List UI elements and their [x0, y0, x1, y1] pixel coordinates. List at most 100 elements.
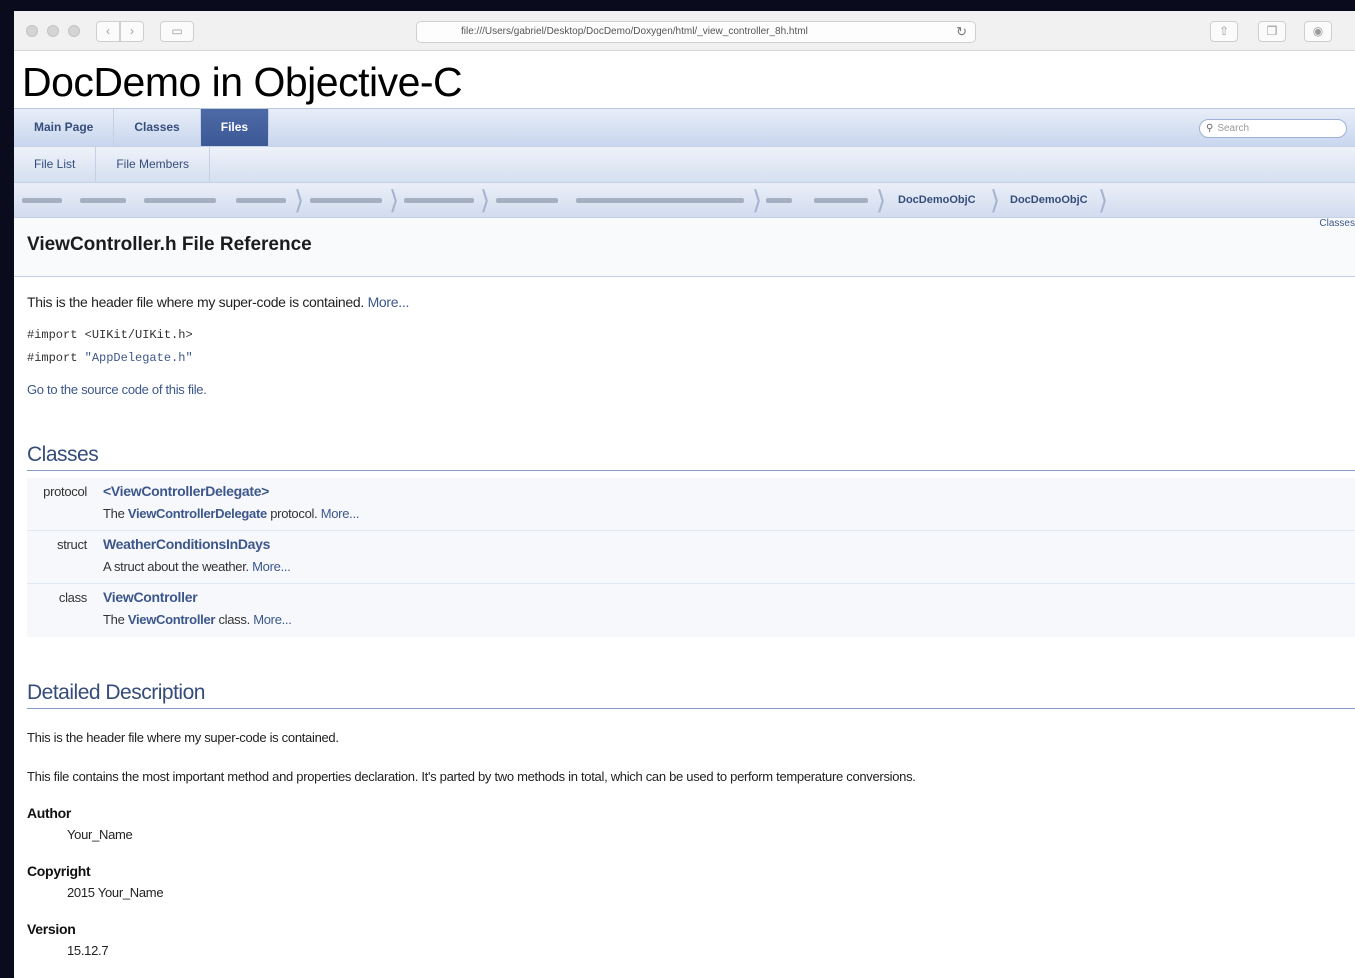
downloads-icon: ◉	[1312, 24, 1324, 38]
sidebar-toggle-button[interactable]: ▭	[160, 21, 194, 42]
zoom-window-button[interactable]	[68, 25, 80, 37]
desc-prefix: A struct about the weather.	[103, 559, 249, 574]
member-description: A struct about the weather. More...	[103, 559, 291, 574]
reload-icon[interactable]: ↻	[956, 22, 967, 42]
close-window-button[interactable]	[26, 25, 38, 37]
breadcrumb-blurred-item[interactable]	[496, 198, 558, 203]
member-name-link[interactable]: <ViewControllerDelegate>	[103, 483, 269, 499]
member-name-link[interactable]: WeatherConditionsInDays	[103, 536, 270, 552]
breadcrumb-blurred-item[interactable]	[22, 198, 62, 203]
summary-classes-link[interactable]: Classes	[1319, 218, 1355, 229]
desc-prefix: The	[103, 506, 125, 521]
detailed-description-title: Detailed Description	[27, 681, 1355, 709]
member-kind: class	[58, 590, 87, 605]
goto-source-link[interactable]: Go to the source code of this file.	[27, 382, 1355, 397]
breadcrumb-blurred-item[interactable]	[144, 198, 216, 203]
tab-file-list[interactable]: File List	[14, 147, 97, 182]
more-link[interactable]: More...	[253, 612, 292, 627]
project-title: DocDemo in Objective-C	[22, 59, 463, 105]
includes-block: #import <UIKit/UIKit.h> #import "AppDele…	[27, 324, 1355, 370]
member-description: The ViewControllerDelegate protocol. Mor…	[103, 506, 359, 521]
more-link[interactable]: More...	[368, 294, 410, 310]
member-kind: protocol	[43, 484, 87, 499]
breadcrumb-blurred-item[interactable]	[576, 198, 744, 203]
downloads-button[interactable]: ◉	[1304, 21, 1332, 42]
page-header: ViewController.h File Reference Classes	[14, 218, 1355, 277]
minimize-window-button[interactable]	[47, 25, 59, 37]
table-row: protocol <ViewControllerDelegate> The Vi…	[27, 478, 1355, 531]
breadcrumb-separator-icon: ⟩	[752, 185, 763, 215]
window-controls	[26, 25, 80, 37]
classes-section-title: Classes	[27, 443, 1355, 471]
breadcrumb-separator-icon: ⟩	[389, 185, 400, 215]
member-name-link[interactable]: ViewController	[103, 589, 198, 605]
table-row: struct WeatherConditionsInDays A struct …	[27, 531, 1355, 584]
back-button[interactable]: ‹	[96, 21, 120, 42]
desc-ref-link[interactable]: ViewController	[128, 612, 216, 627]
tab-classes[interactable]: Classes	[114, 109, 201, 146]
share-icon: ⇧	[1218, 24, 1230, 38]
desc-ref-link[interactable]: ViewControllerDelegate	[128, 506, 267, 521]
chevron-left-icon: ‹	[106, 24, 110, 38]
sidebar-icon: ▭	[171, 24, 183, 38]
breadcrumb: ⟩ ⟩ ⟩ ⟩ ⟩ DocDemoObjC ⟩ DocDemoObjC ⟩	[14, 182, 1355, 218]
search-input[interactable]: ⚲ Search	[1199, 119, 1347, 138]
table-row: class ViewController The ViewController …	[27, 584, 1355, 637]
breadcrumb-separator-icon: ⟩	[990, 185, 1001, 215]
breadcrumb-separator-icon: ⟩	[480, 185, 491, 215]
browser-window: ‹ › ▭ file:///Users/gabriel/Desktop/DocD…	[14, 11, 1355, 978]
browser-toolbar: ‹ › ▭ file:///Users/gabriel/Desktop/DocD…	[14, 11, 1355, 51]
include-line: #import "AppDelegate.h"	[27, 347, 1355, 370]
url-text: file:///Users/gabriel/Desktop/DocDemo/Do…	[461, 26, 808, 37]
version-label: Version	[27, 921, 76, 937]
brief-description: This is the header file where my super-c…	[27, 294, 1355, 310]
show-tabs-button[interactable]: ❐	[1258, 21, 1286, 42]
breadcrumb-blurred-item[interactable]	[236, 198, 286, 203]
sub-nav: File List File Members	[14, 146, 1355, 182]
tab-file-members[interactable]: File Members	[96, 147, 211, 182]
chevron-right-icon: ›	[130, 24, 134, 38]
classes-table: protocol <ViewControllerDelegate> The Vi…	[27, 478, 1355, 637]
author-label: Author	[27, 805, 72, 821]
main-content: This is the header file where my super-c…	[14, 294, 1355, 958]
breadcrumb-blurred-item[interactable]	[80, 198, 126, 203]
desc-suffix: class.	[218, 612, 250, 627]
breadcrumb-separator-icon: ⟩	[294, 185, 305, 215]
version-value: 15.12.7	[67, 943, 109, 958]
address-bar[interactable]: file:///Users/gabriel/Desktop/DocDemo/Do…	[416, 21, 976, 43]
brief-text: This is the header file where my super-c…	[27, 294, 364, 310]
tabs-icon: ❐	[1266, 24, 1278, 38]
more-link[interactable]: More...	[252, 559, 291, 574]
include-keyword: #import	[27, 328, 78, 342]
include-keyword: #import	[27, 351, 78, 365]
search-placeholder: Search	[1217, 123, 1250, 134]
copyright-label: Copyright	[27, 863, 91, 879]
desc-suffix: protocol.	[270, 506, 318, 521]
include-file-link[interactable]: "AppDelegate.h"	[85, 351, 193, 365]
member-kind: struct	[57, 537, 87, 552]
author-value: Your_Name	[67, 827, 133, 842]
search-icon: ⚲	[1206, 123, 1214, 134]
breadcrumb-separator-icon: ⟩	[1098, 185, 1109, 215]
member-description: The ViewController class. More...	[103, 612, 292, 627]
breadcrumb-blurred-item[interactable]	[310, 198, 382, 203]
share-button[interactable]: ⇧	[1210, 21, 1238, 42]
forward-button[interactable]: ›	[120, 21, 144, 42]
include-file: <UIKit/UIKit.h>	[84, 328, 193, 342]
tab-main-page[interactable]: Main Page	[14, 109, 115, 146]
page-title: ViewController.h File Reference	[27, 234, 312, 255]
main-nav: Main Page Classes Files ⚲ Search	[14, 108, 1355, 146]
copyright-value: 2015 Your_Name	[67, 885, 164, 900]
include-line: #import <UIKit/UIKit.h>	[27, 324, 1355, 347]
breadcrumb-separator-icon: ⟩	[876, 185, 887, 215]
detail-paragraph: This is the header file where my super-c…	[27, 730, 339, 745]
breadcrumb-blurred-item[interactable]	[404, 198, 474, 203]
detail-paragraph: This file contains the most important me…	[27, 769, 916, 784]
breadcrumb-blurred-item[interactable]	[766, 198, 792, 203]
more-link[interactable]: More...	[321, 506, 360, 521]
breadcrumb-item[interactable]: DocDemoObjC	[898, 183, 976, 217]
desc-prefix: The	[103, 612, 125, 627]
breadcrumb-item[interactable]: DocDemoObjC	[1010, 183, 1088, 217]
tab-files[interactable]: Files	[200, 109, 270, 146]
breadcrumb-blurred-item[interactable]	[814, 198, 868, 203]
